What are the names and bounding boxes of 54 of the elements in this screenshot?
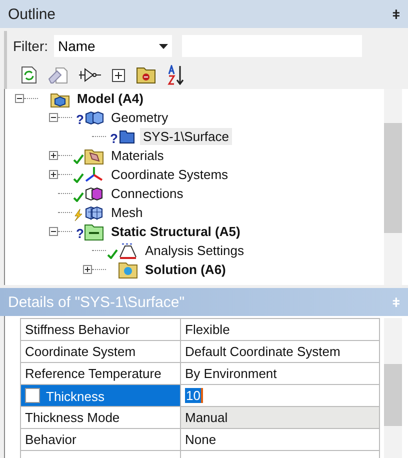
- status-mark: ?: [76, 113, 84, 126]
- property-value: Flexible: [180, 318, 380, 340]
- scrollbar[interactable]: [384, 89, 402, 285]
- value-input[interactable]: 10: [185, 388, 204, 403]
- tree-item[interactable]: SYS-1\Surface: [140, 128, 232, 145]
- filter-dropdown[interactable]: Name: [54, 35, 172, 57]
- property-name: Stiffness Behavior: [20, 318, 180, 340]
- panel-title: Details of "SYS-1\Surface": [8, 294, 185, 310]
- checkbox[interactable]: [25, 388, 40, 402]
- panel-title: Outline: [8, 6, 56, 22]
- pin-icon[interactable]: ǂ: [392, 6, 400, 22]
- tree-item[interactable]: Analysis Settings: [142, 242, 247, 259]
- property-name: Behavior: [20, 428, 180, 450]
- property-name: Coordinate System: [20, 340, 180, 362]
- axes-icon: [84, 166, 104, 184]
- dropdown-arrow-icon: [159, 44, 168, 48]
- refresh-icon[interactable]: [21, 66, 37, 84]
- tree-item[interactable]: Mesh: [108, 204, 146, 221]
- collapse-toggle[interactable]: [49, 113, 58, 122]
- folder-minus-icon[interactable]: [136, 66, 156, 84]
- load-curve-icon: [118, 242, 138, 260]
- expand-all-icon[interactable]: [112, 68, 125, 82]
- tree-item[interactable]: Connections: [108, 185, 186, 202]
- gate-icon[interactable]: [79, 67, 101, 83]
- eraser-icon[interactable]: [48, 66, 68, 84]
- property-value: Default Coordinate System: [180, 340, 380, 362]
- status-mark: ?: [110, 132, 118, 145]
- property-value: None: [180, 428, 380, 450]
- tree-item[interactable]: Solution (A6): [142, 261, 229, 278]
- property-value: Manual: [180, 406, 380, 428]
- filter-label: Filter:: [13, 38, 48, 54]
- expand-toggle[interactable]: [49, 170, 58, 179]
- status-mark: ?: [76, 227, 84, 240]
- tree-item[interactable]: Geometry: [108, 109, 172, 126]
- tree-item[interactable]: Coordinate Systems: [108, 166, 232, 183]
- folder-tag-icon: [84, 146, 104, 164]
- tree-item[interactable]: Static Structural (A5): [108, 223, 244, 240]
- tree-item[interactable]: Materials: [108, 147, 167, 164]
- expand-toggle[interactable]: [49, 151, 58, 160]
- property-value: By Environment: [180, 362, 380, 384]
- scrollbar[interactable]: [384, 318, 402, 458]
- property-name: Thickness: [46, 388, 105, 404]
- mesh-cubes-icon: [84, 204, 104, 222]
- surface-icon: [118, 128, 136, 144]
- folder-icon: [118, 260, 138, 278]
- collapse-toggle[interactable]: [49, 227, 58, 236]
- tree-item[interactable]: Model (A4): [74, 90, 146, 107]
- folder-bar-icon: [84, 222, 104, 240]
- cubes-icon: [84, 108, 104, 126]
- property-name: Thickness Mode: [20, 406, 180, 428]
- linked-cubes-icon: [84, 184, 104, 202]
- sort-icon[interactable]: [167, 65, 185, 85]
- collapse-toggle[interactable]: [15, 94, 24, 103]
- expand-toggle[interactable]: [83, 265, 92, 274]
